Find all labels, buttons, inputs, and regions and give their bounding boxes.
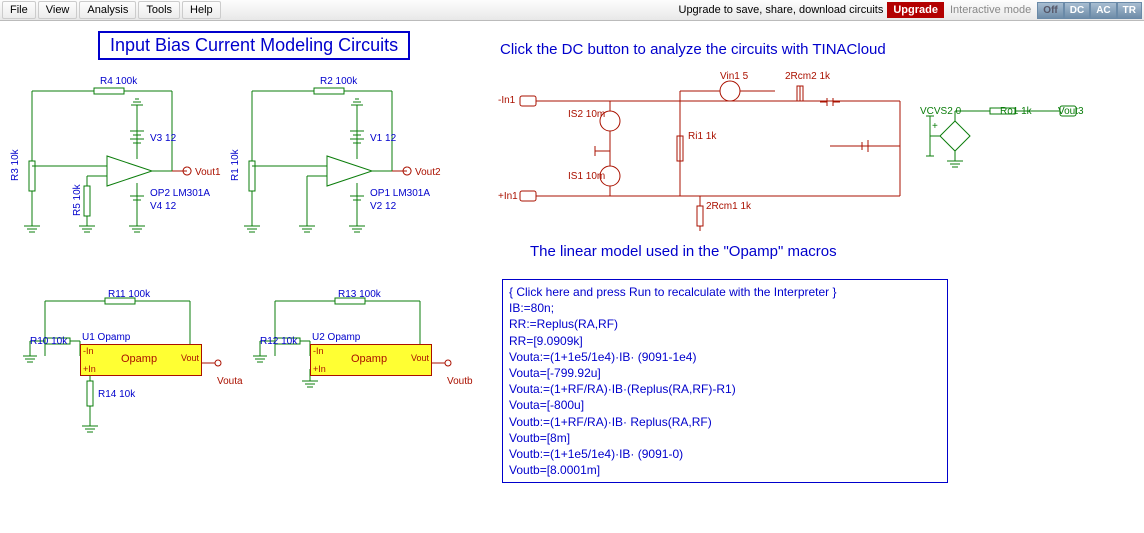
label-vouta: Vouta bbox=[217, 376, 243, 387]
macro-b-block-label: Opamp bbox=[351, 353, 387, 365]
schematic-canvas[interactable]: Input Bias Current Modeling Circuits bbox=[0, 21, 1144, 533]
label-r2: R2 100k bbox=[320, 76, 357, 87]
label-vcvs: VCVS2 0 bbox=[920, 106, 961, 117]
label-r11: R11 100k bbox=[108, 289, 150, 300]
circuit-linear-model: + bbox=[500, 66, 1100, 236]
label-is1: IS1 10m bbox=[568, 171, 605, 182]
interp-line: Vouta=[-800u] bbox=[509, 397, 941, 413]
hint-dc: Click the DC button to analyze the circu… bbox=[500, 41, 886, 58]
interp-line: RR:=Replus(RA,RF) bbox=[509, 316, 941, 332]
interpreter-box[interactable]: { Click here and press Run to recalculat… bbox=[502, 279, 948, 483]
label-ri1: Ri1 1k bbox=[688, 131, 716, 142]
interp-line: Vouta:=(1+RF/RA)·IB·(Replus(RA,RF)-R1) bbox=[509, 381, 941, 397]
macro-a-in-pos: +In bbox=[83, 364, 96, 374]
mode-buttons: Off DC AC TR bbox=[1037, 2, 1142, 19]
label-v2: V2 12 bbox=[370, 201, 396, 212]
label-v1: V1 12 bbox=[370, 133, 396, 144]
interp-line: Vouta:=(1+1e5/1e4)·IB· (9091-1e4) bbox=[509, 349, 941, 365]
macro-a-out-label: Vout bbox=[181, 353, 199, 363]
menu-analysis[interactable]: Analysis bbox=[79, 1, 136, 19]
menu-tools[interactable]: Tools bbox=[138, 1, 180, 19]
hint-linear-model: The linear model used in the "Opamp" mac… bbox=[530, 243, 837, 260]
main-menu: File View Analysis Tools Help bbox=[2, 1, 223, 19]
label-vout2: Vout2 bbox=[415, 167, 441, 178]
circuit-upper-left bbox=[12, 71, 232, 241]
mode-off-button[interactable]: Off bbox=[1037, 2, 1063, 19]
label-r10: R10 10k bbox=[30, 336, 67, 347]
mode-ac-button[interactable]: AC bbox=[1090, 2, 1116, 19]
label-r1: R1 10k bbox=[230, 149, 241, 181]
label-vout3: Vout3 bbox=[1058, 106, 1084, 117]
interp-line: Voutb=[8.0001m] bbox=[509, 462, 941, 478]
interp-line: IB:=80n; bbox=[509, 300, 941, 316]
interp-line: Voutb=[8m] bbox=[509, 430, 941, 446]
label-is2: IS2 10m bbox=[568, 109, 605, 120]
opamp-macro-a: -In +In Opamp Vout bbox=[80, 344, 202, 376]
opamp-macro-b: -In +In Opamp Vout bbox=[310, 344, 432, 376]
label-r13: R13 100k bbox=[338, 289, 381, 300]
label-v4: V4 12 bbox=[150, 201, 176, 212]
interactive-mode-label: Interactive mode bbox=[950, 4, 1031, 16]
label-r14: R14 10k bbox=[98, 389, 135, 400]
svg-text:+: + bbox=[932, 121, 938, 132]
label-vin1: Vin1 5 bbox=[720, 71, 748, 82]
label-voutb: Voutb bbox=[447, 376, 473, 387]
macro-a-in-neg: -In bbox=[83, 346, 94, 356]
mode-tr-button[interactable]: TR bbox=[1117, 2, 1142, 19]
macro-a-block-label: Opamp bbox=[121, 353, 157, 365]
page-title: Input Bias Current Modeling Circuits bbox=[98, 31, 410, 60]
label-in-neg: -In1 bbox=[498, 95, 515, 106]
menu-bar: File View Analysis Tools Help Upgrade to… bbox=[0, 0, 1144, 21]
interp-line: Vouta=[-799.92u] bbox=[509, 365, 941, 381]
circuit-upper-middle bbox=[232, 71, 452, 241]
macro-b-in-neg: -In bbox=[313, 346, 324, 356]
upgrade-button[interactable]: Upgrade bbox=[887, 2, 944, 18]
label-r4: R4 100k bbox=[100, 76, 137, 87]
interp-line: RR=[9.0909k] bbox=[509, 333, 941, 349]
label-vout1: Vout1 bbox=[195, 167, 221, 178]
macro-b-in-pos: +In bbox=[313, 364, 326, 374]
menu-view[interactable]: View bbox=[38, 1, 78, 19]
upgrade-hint: Upgrade to save, share, download circuit… bbox=[679, 4, 884, 16]
menu-help[interactable]: Help bbox=[182, 1, 221, 19]
label-r12: R12 10k bbox=[260, 336, 297, 347]
interp-line: Voutb:=(1+1e5/1e4)·IB· (9091-0) bbox=[509, 446, 941, 462]
label-rcm2: 2Rcm2 1k bbox=[785, 71, 830, 82]
interp-line: { Click here and press Run to recalculat… bbox=[509, 284, 941, 300]
label-op1: OP1 LM301A bbox=[370, 188, 430, 199]
label-v3: V3 12 bbox=[150, 133, 176, 144]
label-r3: R3 10k bbox=[10, 149, 21, 181]
label-rcm1: 2Rcm1 1k bbox=[706, 201, 751, 212]
label-in-pos: +In1 bbox=[498, 191, 518, 202]
label-ro1: Ro1 1k bbox=[1000, 106, 1032, 117]
label-op2: OP2 LM301A bbox=[150, 188, 210, 199]
label-r5: R5 10k bbox=[72, 184, 83, 216]
menu-file[interactable]: File bbox=[2, 1, 36, 19]
mode-dc-button[interactable]: DC bbox=[1064, 2, 1090, 19]
interp-line: Voutb:=(1+RF/RA)·IB· Replus(RA,RF) bbox=[509, 414, 941, 430]
label-u2: U2 Opamp bbox=[312, 332, 360, 343]
label-u1: U1 Opamp bbox=[82, 332, 130, 343]
macro-b-out-label: Vout bbox=[411, 353, 429, 363]
